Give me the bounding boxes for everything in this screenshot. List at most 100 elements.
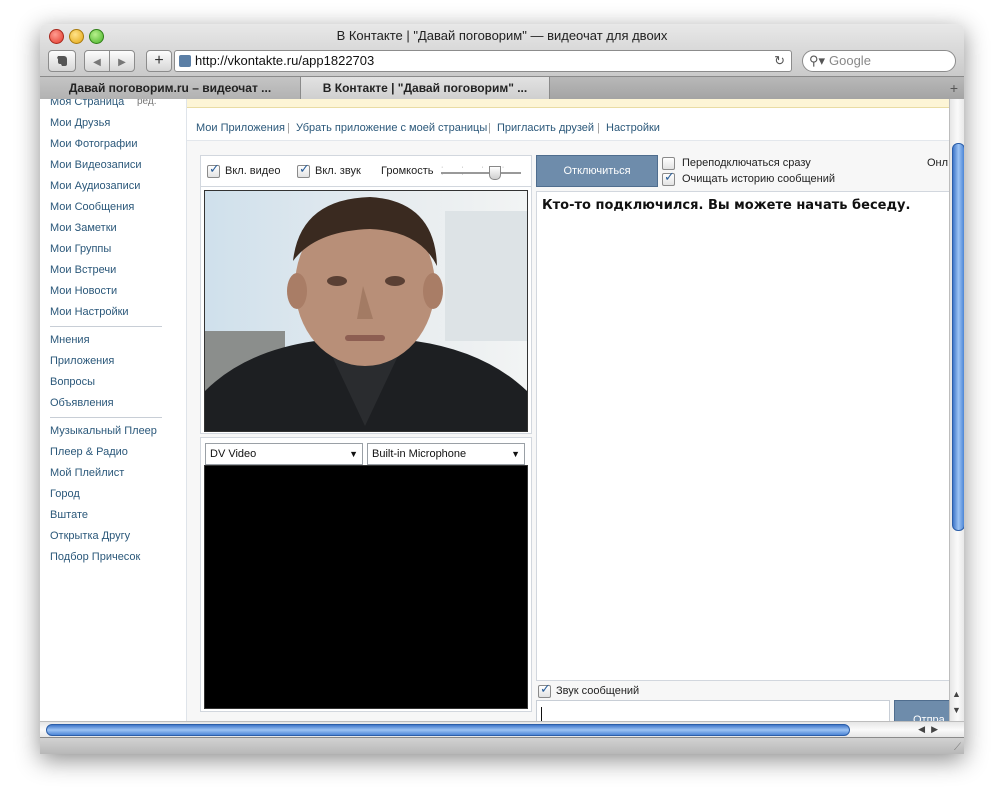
forward-arrow-icon: ▶: [118, 57, 126, 68]
volume-label: Громкость: [381, 165, 434, 177]
back-button[interactable]: ◀: [84, 50, 110, 72]
checkmark-icon: ✓: [540, 681, 551, 696]
remote-video-frame: [200, 465, 532, 712]
sidebar-item-player-radio[interactable]: Плеер & Радио: [50, 446, 128, 458]
menu-separator: |: [287, 122, 290, 134]
status-bar: ⟋: [40, 737, 964, 754]
dropdown-arrow-icon: ▼: [511, 449, 520, 459]
checkmark-icon: ✓: [664, 169, 675, 184]
volume-slider[interactable]: · · · · · ·: [441, 164, 521, 180]
search-input[interactable]: ⚲▾ Google: [802, 50, 956, 72]
invite-friends-link[interactable]: Пригласить друзей: [497, 122, 594, 134]
favicon-icon: [179, 55, 191, 67]
message-sound-checkbox[interactable]: ✓: [538, 681, 551, 698]
back-arrow-icon: ◀: [93, 57, 101, 68]
sidebar-item-messages[interactable]: Мои Сообщения: [50, 201, 134, 213]
online-label: Онл: [927, 157, 949, 169]
volume-ticks: · · · · · ·: [441, 164, 513, 178]
sidebar-item-audio[interactable]: Мои Аудиозаписи: [50, 180, 140, 192]
reload-icon[interactable]: ↻: [774, 51, 785, 71]
sidebar-item-ads[interactable]: Объявления: [50, 397, 114, 409]
vertical-scroll-thumb[interactable]: [952, 143, 964, 531]
webcam-image: [204, 190, 528, 432]
sidebar-item-city[interactable]: Город: [50, 488, 80, 500]
message-sound-row: ✓ Звук сообщений: [536, 681, 949, 699]
vertical-scrollbar[interactable]: ▲ ▼: [949, 99, 964, 721]
app-settings-link[interactable]: Настройки: [606, 122, 660, 134]
sidebar-item-vshtate[interactable]: Вштате: [50, 509, 88, 521]
evernote-button[interactable]: [48, 50, 76, 72]
tab-strip: Давай поговорим.ru – видеочат ... В Конт…: [40, 76, 964, 99]
app-menu: Мои Приложения | Убрать приложение с мое…: [187, 108, 949, 141]
sidebar-item-notes[interactable]: Мои Заметки: [50, 222, 117, 234]
sidebar-item-playlist[interactable]: Мой Плейлист: [50, 467, 124, 479]
sidebar-item-photos[interactable]: Мои Фотографии: [50, 138, 137, 150]
sidebar: Моя Страница ред. Мои Друзья Мои Фотогра…: [40, 99, 187, 721]
horizontal-scroll-thumb[interactable]: [46, 724, 850, 736]
tab-label: В Контакте | "Давай поговорим" ...: [322, 81, 528, 95]
address-bar[interactable]: http://vkontakte.ru/app1822703 ↻: [174, 50, 792, 72]
camera-value: DV Video: [210, 448, 257, 460]
new-tab-icon[interactable]: +: [950, 77, 958, 99]
dropdown-arrow-icon: ▼: [349, 449, 358, 459]
local-video-frame: [200, 186, 532, 434]
chat-panel: Отключиться Переподключаться сразу ✓ Очи…: [536, 155, 950, 721]
scroll-arrows-icon[interactable]: ◀▶: [918, 722, 944, 737]
remote-video: [204, 465, 528, 709]
sidebar-item-music-player[interactable]: Музыкальный Плеер: [50, 425, 157, 437]
sidebar-item-videos[interactable]: Мои Видеозаписи: [50, 159, 142, 171]
send-button[interactable]: Отпра: [894, 700, 950, 721]
sidebar-item-postcard[interactable]: Открытка Другу: [50, 530, 130, 542]
camera-select[interactable]: DV Video ▼: [205, 443, 363, 465]
message-sound-label: Звук сообщений: [556, 685, 640, 697]
resize-grip-icon[interactable]: ⟋: [954, 742, 961, 753]
horizontal-scrollbar[interactable]: ◀▶: [40, 721, 964, 737]
sidebar-item-my-page[interactable]: Моя Страница: [50, 99, 124, 108]
tab-vkontakte[interactable]: В Контакте | "Давай поговорим" ...: [301, 77, 550, 99]
remove-app-link[interactable]: Убрать приложение с моей страницы: [296, 122, 487, 134]
clear-history-checkbox[interactable]: ✓: [662, 169, 675, 186]
microphone-select[interactable]: Built-in Microphone ▼: [367, 443, 525, 465]
sidebar-divider: [50, 326, 162, 327]
sound-on-checkbox[interactable]: ✓: [297, 161, 310, 178]
url-text: http://vkontakte.ru/app1822703: [195, 53, 375, 68]
video-on-checkbox[interactable]: ✓: [207, 162, 220, 178]
sidebar-item-news[interactable]: Мои Новости: [50, 285, 117, 297]
reconnect-label: Переподключаться сразу: [682, 157, 811, 169]
title-bar: В Контакте | "Давай поговорим" — видеоча…: [40, 24, 964, 99]
add-bookmark-button[interactable]: +: [146, 50, 172, 72]
text-caret: [541, 707, 542, 721]
volume-knob[interactable]: [489, 166, 501, 180]
browser-window: В Контакте | "Давай поговорим" — видеоча…: [40, 24, 964, 754]
app-content: Мои Приложения | Убрать приложение с мое…: [187, 99, 950, 721]
webcam-person-image: [205, 191, 527, 431]
clear-history-label: Очищать историю сообщений: [682, 173, 835, 185]
search-placeholder: Google: [829, 53, 871, 68]
sidebar-item-hairstyles[interactable]: Подбор Причесок: [50, 551, 140, 563]
sidebar-item-questions[interactable]: Вопросы: [50, 376, 95, 388]
plus-icon: +: [154, 52, 164, 69]
video-controls: ✓ Вкл. видео ✓ Вкл. звук Громкость · · ·…: [200, 155, 532, 187]
checkmark-icon: ✓: [299, 161, 310, 176]
scroll-down-icon[interactable]: ▼: [952, 705, 961, 715]
tab-davai-pogovorim[interactable]: Давай поговорим.ru – видеочат ...: [40, 77, 301, 99]
sound-on-label: Вкл. звук: [315, 165, 361, 177]
search-icon[interactable]: ⚲▾: [809, 51, 825, 71]
forward-button[interactable]: ▶: [109, 50, 135, 72]
message-input[interactable]: [536, 700, 890, 721]
scroll-up-icon[interactable]: ▲: [952, 689, 961, 699]
sidebar-item-groups[interactable]: Мои Группы: [50, 243, 111, 255]
sidebar-item-apps[interactable]: Приложения: [50, 355, 114, 367]
sidebar-item-events[interactable]: Мои Встречи: [50, 264, 116, 276]
sidebar-divider: [50, 417, 162, 418]
sidebar-item-settings[interactable]: Мои Настройки: [50, 306, 129, 318]
menu-separator: |: [597, 122, 600, 134]
disconnect-button[interactable]: Отключиться: [536, 155, 658, 187]
menu-separator: |: [488, 122, 491, 134]
edit-link[interactable]: ред.: [137, 99, 157, 107]
elephant-icon: [57, 56, 67, 66]
sidebar-item-opinions[interactable]: Мнения: [50, 334, 90, 346]
sidebar-item-friends[interactable]: Мои Друзья: [50, 117, 110, 129]
device-selectors: DV Video ▼ Built-in Microphone ▼: [200, 437, 532, 466]
my-apps-link[interactable]: Мои Приложения: [196, 122, 285, 134]
